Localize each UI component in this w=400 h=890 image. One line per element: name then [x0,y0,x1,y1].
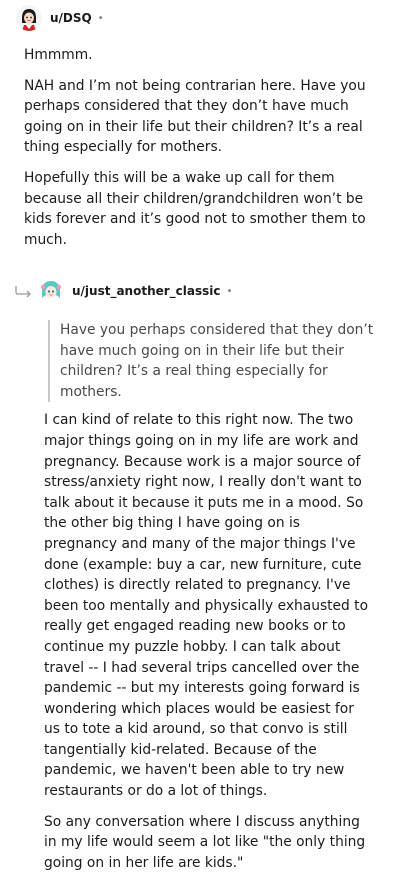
comment-body: Hmmmm. NAH and I’m not being contrarian … [0,33,400,250]
comment-paragraph: So any conversation where I discuss anyt… [44,813,366,871]
avatar-icon [38,278,64,304]
separator-dot: • [226,285,233,297]
quote-content: Have you perhaps considered that they do… [60,322,374,400]
quoted-text: Have you perhaps considered that they do… [48,320,374,403]
comment-dsq: u/DSQ • Hmmmm. NAH and I’m not being con… [0,3,400,260]
username-link[interactable]: u/DSQ [50,11,92,25]
user-avatar[interactable] [38,278,64,304]
separator-dot: • [97,12,104,24]
comment-paragraph: Hmmmm. [24,47,93,63]
avatar-icon [16,5,42,31]
comment-header: u/just_another_classic • [0,276,400,306]
comment-just-another-classic: u/just_another_classic • Have you perhap… [0,276,400,883]
comment-header: u/DSQ • [0,3,400,33]
comment-paragraph: Hopefully this will be a wake up call fo… [24,169,366,248]
comment-paragraph: I can kind of relate to this right now. … [44,412,369,800]
username-link[interactable]: u/just_another_classic [72,284,221,298]
reply-arrow-icon [15,286,31,298]
comment-body: Have you perhaps considered that they do… [0,306,400,873]
comment-paragraph: NAH and I’m not being contrarian here. H… [24,77,366,156]
user-avatar[interactable] [16,5,42,31]
